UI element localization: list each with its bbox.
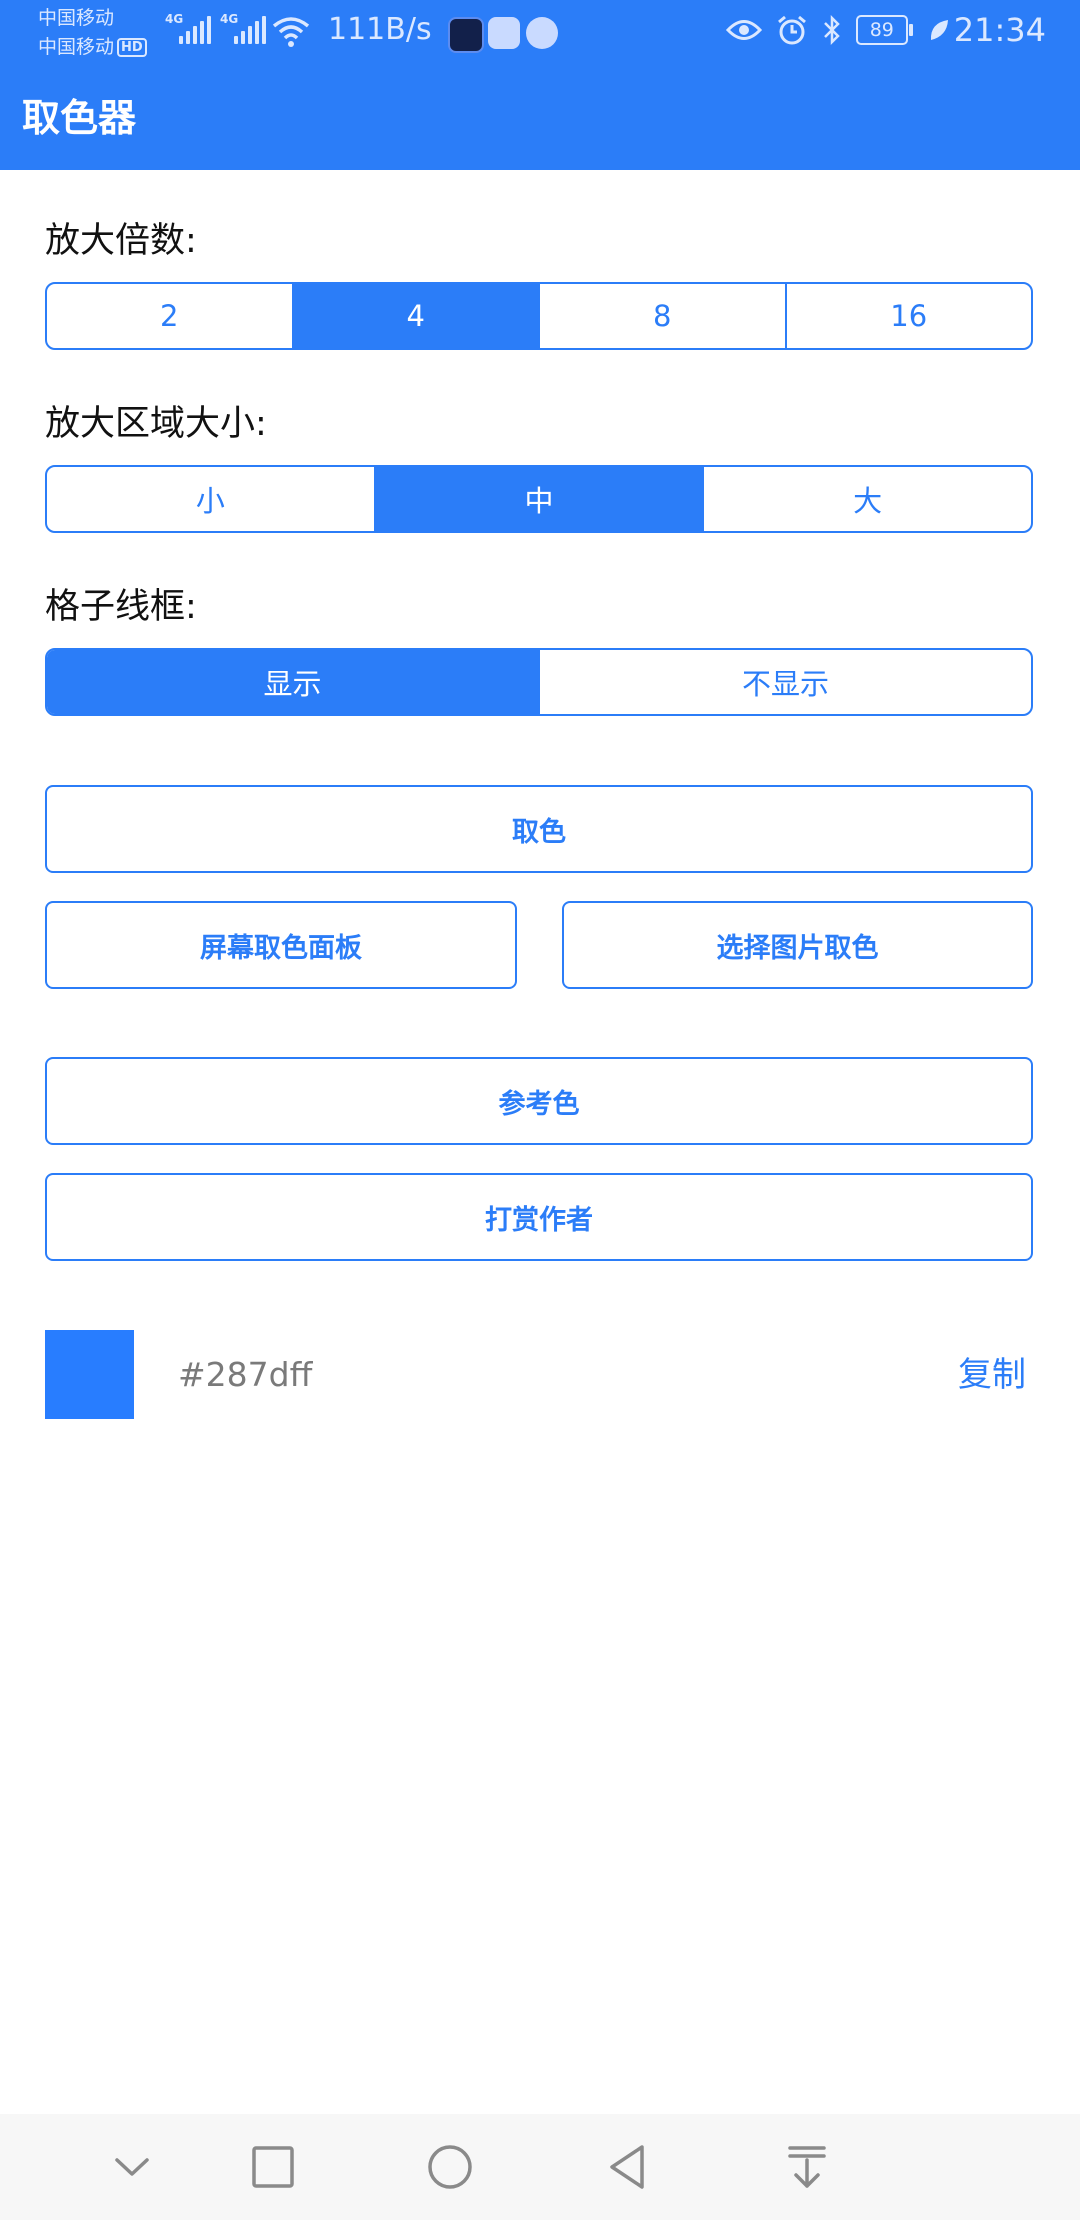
status-bar: 中国移动 中国移动 HD 4G 4G 111B/s 89 21:34 (0, 0, 1080, 68)
screen-panel-button[interactable]: 屏幕取色面板 (45, 901, 517, 989)
tip-author-button[interactable]: 打赏作者 (45, 1173, 1033, 1261)
circle-home-icon[interactable] (425, 2142, 475, 2192)
zoom-area-option-medium[interactable]: 中 (375, 467, 705, 531)
system-nav-bar (0, 2114, 1080, 2220)
signal-icon-1: 4G (165, 12, 211, 44)
app-bar: 取色器 (0, 68, 1080, 170)
battery-indicator: 89 (855, 15, 913, 45)
alarm-icon (777, 15, 806, 45)
zoom-area-label: 放大区域大小: (45, 404, 267, 444)
eye-icon (725, 20, 762, 40)
carrier-label-1: 中国移动 (38, 7, 115, 29)
pick-from-image-button[interactable]: 选择图片取色 (562, 901, 1033, 989)
zoom-option-16[interactable]: 16 (787, 284, 1032, 348)
zoom-option-8[interactable]: 8 (540, 284, 787, 348)
zoom-area-option-small[interactable]: 小 (47, 467, 376, 531)
chevron-down-icon[interactable] (107, 2142, 157, 2192)
copy-button[interactable]: 复制 (958, 1348, 1026, 1402)
triangle-back-icon[interactable] (604, 2142, 654, 2192)
net-speed: 111B/s (328, 12, 432, 47)
color-swatch (45, 1330, 134, 1419)
pick-color-button[interactable]: 取色 (45, 785, 1033, 873)
carrier-label-2: 中国移动 (38, 36, 115, 58)
clock: 21:34 (953, 11, 1046, 49)
carrier-info: 中国移动 中国移动 HD (38, 4, 147, 62)
page-title: 取色器 (22, 96, 137, 140)
wifi-icon (272, 17, 310, 47)
square-recent-icon[interactable] (248, 2142, 298, 2192)
grid-option-hide[interactable]: 不显示 (540, 650, 1031, 714)
status-right: 89 21:34 (725, 10, 1046, 50)
reference-color-button[interactable]: 参考色 (45, 1057, 1033, 1145)
hd-app-icon (448, 17, 484, 53)
zoom-option-4[interactable]: 4 (293, 284, 540, 348)
bluetooth-icon (823, 14, 840, 46)
zoom-segmented-control: 2 4 8 16 (45, 282, 1033, 350)
signal-icon-2: 4G (220, 12, 266, 44)
store-app-icon (488, 17, 520, 49)
network-type-2: 4G (220, 12, 239, 26)
grid-segmented-control: 显示 不显示 (45, 648, 1033, 716)
grid-option-show[interactable]: 显示 (47, 650, 540, 714)
leaf-icon (930, 20, 948, 40)
network-type-1: 4G (165, 12, 184, 26)
hd-badge: HD (117, 38, 147, 57)
download-icon[interactable] (782, 2142, 832, 2192)
grid-label: 格子线框: (45, 587, 197, 627)
zoom-label: 放大倍数: (45, 221, 197, 261)
color-hex-value: #287dff (178, 1355, 313, 1394)
zoom-option-2[interactable]: 2 (47, 284, 294, 348)
zoom-area-option-large[interactable]: 大 (704, 467, 1031, 531)
link-app-icon (526, 17, 558, 49)
zoom-area-segmented-control: 小 中 大 (45, 465, 1033, 533)
